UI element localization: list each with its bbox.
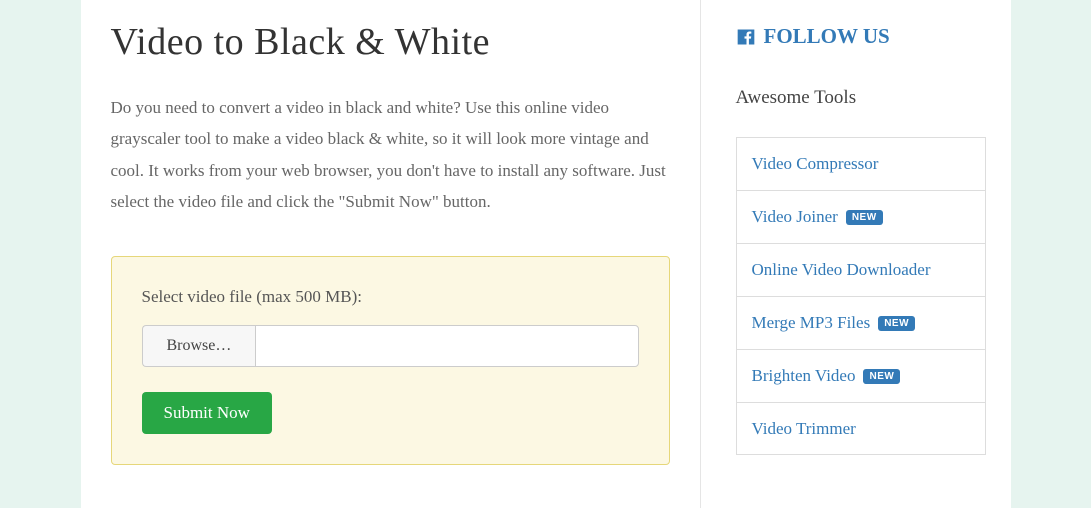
tool-item-label: Video Joiner: [752, 207, 838, 227]
tool-item[interactable]: Video Compressor: [737, 138, 985, 191]
tool-item[interactable]: Video Trimmer: [737, 403, 985, 455]
follow-us-link[interactable]: FOLLOW US: [736, 24, 986, 49]
facebook-icon: [736, 27, 756, 47]
new-badge: NEW: [878, 316, 915, 331]
tool-item[interactable]: Merge MP3 Files NEW: [737, 297, 985, 350]
upload-label: Select video file (max 500 MB):: [142, 287, 639, 307]
file-name-field[interactable]: [255, 325, 638, 367]
page-description: Do you need to convert a video in black …: [111, 92, 670, 218]
tool-item[interactable]: Video Joiner NEW: [737, 191, 985, 244]
upload-panel: Select video file (max 500 MB): Browse… …: [111, 256, 670, 465]
sidebar: FOLLOW US Awesome Tools Video Compressor…: [701, 0, 1011, 508]
follow-us-label: FOLLOW US: [764, 24, 890, 49]
submit-button[interactable]: Submit Now: [142, 392, 272, 434]
tool-item-label: Video Trimmer: [752, 419, 856, 439]
main-content: Video to Black & White Do you need to co…: [81, 0, 701, 508]
tool-item[interactable]: Brighten Video NEW: [737, 350, 985, 403]
browse-button[interactable]: Browse…: [142, 325, 256, 367]
tool-item-label: Video Compressor: [752, 154, 879, 174]
new-badge: NEW: [846, 210, 883, 225]
tools-list[interactable]: Video Compressor Video Joiner NEW Online Vi…: [736, 137, 986, 455]
page-title: Video to Black & White: [111, 20, 670, 64]
tool-item[interactable]: Online Video Downloader: [737, 244, 985, 297]
new-badge: NEW: [863, 369, 900, 384]
awesome-tools-title: Awesome Tools: [736, 87, 986, 109]
tool-item-label: Online Video Downloader: [752, 260, 931, 280]
tool-item-label: Merge MP3 Files: [752, 313, 871, 333]
file-input-row: Browse…: [142, 325, 639, 367]
tool-item-label: Brighten Video: [752, 366, 856, 386]
